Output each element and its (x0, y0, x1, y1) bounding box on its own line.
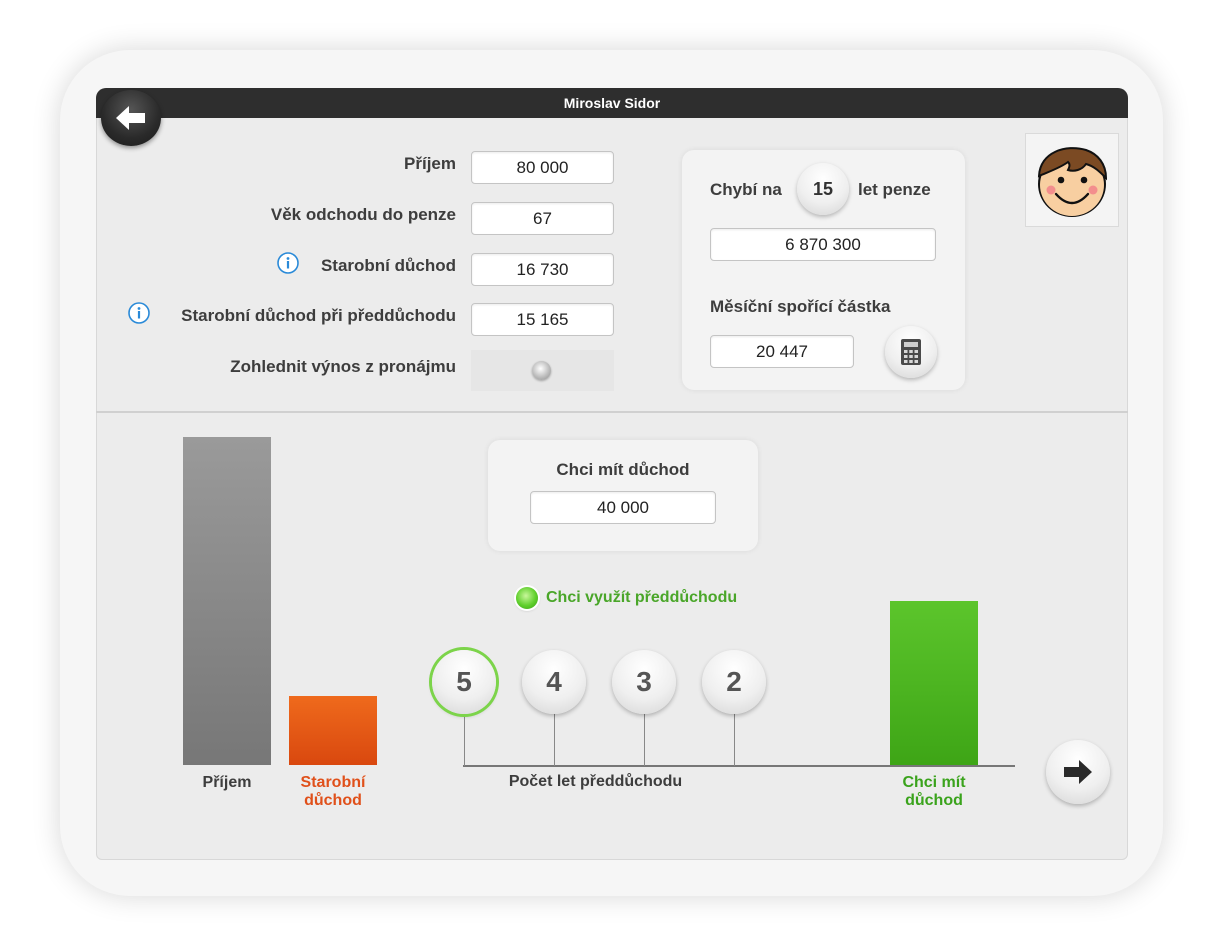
bar-pension (289, 696, 377, 765)
missing-years-badge: 15 (797, 163, 849, 215)
bar-label-income: Příjem (202, 774, 252, 791)
next-button[interactable] (1046, 740, 1110, 804)
bar-label-line: Starobní (300, 774, 366, 791)
bar-label-line: důchod (905, 792, 963, 809)
year-stick (734, 712, 735, 766)
desired-pension-field[interactable]: 40 000 (530, 491, 716, 524)
section-divider (96, 411, 1128, 413)
info-icon[interactable] (277, 252, 299, 274)
year-option-4[interactable]: 4 (522, 650, 586, 714)
bar-income (183, 437, 271, 765)
pension-label: Starobní důchod (320, 256, 456, 275)
pension-field[interactable]: 16 730 (471, 253, 614, 286)
rental-label: Zohlednit výnos z pronájmu (230, 357, 456, 376)
year-stick (554, 712, 555, 766)
rental-toggle-area (471, 350, 614, 391)
years-axis-line (463, 765, 1015, 767)
early-retirement-toggle[interactable] (516, 587, 538, 609)
income-field[interactable]: 80 000 (471, 151, 614, 184)
year-stick (644, 712, 645, 766)
bar-label-line: Chci mít (902, 774, 966, 791)
year-option-2[interactable]: 2 (702, 650, 766, 714)
income-label: Příjem (404, 154, 456, 173)
bar-desired (890, 601, 978, 765)
arrow-left-icon (116, 106, 145, 130)
bar-label-line: důchod (304, 792, 362, 809)
user-name: Miroslav Sidor (563, 95, 661, 111)
monthly-label: Měsíční spořící částka (710, 297, 891, 316)
missing-prefix: Chybí na (710, 180, 782, 199)
retirement-age-field[interactable]: 67 (471, 202, 614, 235)
arrow-right-icon (1064, 760, 1092, 784)
early-pension-field[interactable]: 15 165 (471, 303, 614, 336)
rental-toggle[interactable] (532, 361, 551, 380)
calculator-button[interactable] (885, 326, 937, 378)
boy-face-avatar (1037, 147, 1108, 217)
retirement-age-label: Věk odchodu do penze (270, 205, 456, 224)
monthly-field: 20 447 (710, 335, 854, 368)
early-pension-label: Starobní důchod při předdůchodu (181, 306, 456, 325)
bar-label-pension: Starobní důchod (283, 774, 383, 810)
info-icon[interactable] (128, 302, 150, 324)
year-option-3[interactable]: 3 (612, 650, 676, 714)
title-bar: Miroslav Sidor (96, 88, 1128, 118)
early-retirement-label[interactable]: Chci využít předdůchodu (546, 589, 737, 607)
bar-label-desired: Chci mít důchod (882, 774, 986, 810)
calculator-icon (901, 339, 921, 365)
desired-pension-label: Chci mít důchod (556, 460, 690, 479)
missing-suffix: let penze (858, 180, 931, 199)
year-option-5[interactable]: 5 (432, 650, 496, 714)
year-stick (464, 712, 465, 766)
avatar[interactable] (1025, 133, 1119, 227)
years-axis-label: Počet let předdůchodu (508, 773, 683, 790)
back-button[interactable] (101, 90, 161, 146)
missing-amount-field: 6 870 300 (710, 228, 936, 261)
